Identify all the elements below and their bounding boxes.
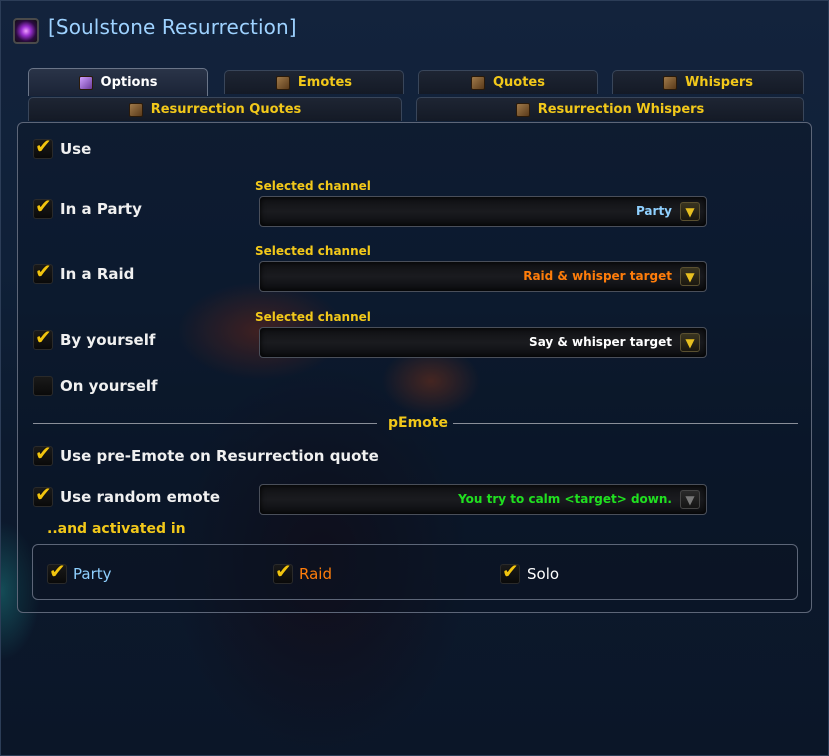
dropdown-arrow-icon[interactable]: ▼ (680, 267, 700, 286)
tab-label: Quotes (492, 75, 545, 90)
separator-line (33, 423, 377, 424)
scroll-icon (275, 75, 290, 90)
tab-label: Options (100, 75, 158, 90)
context-party-label: Party (73, 565, 112, 583)
checkmark-icon: ✔ (49, 559, 66, 583)
checkmark-icon: ✔ (35, 441, 52, 465)
tab-emotes[interactable]: Emotes (224, 70, 404, 94)
raid-channel-label: Selected channel (255, 244, 371, 258)
tab-options[interactable]: Options (28, 68, 208, 96)
tab-resurrection-quotes[interactable]: Resurrection Quotes (28, 97, 402, 121)
dropdown-value: Say & whisper target (529, 335, 672, 349)
pemote-heading: pEmote (388, 415, 448, 431)
context-party-checkbox[interactable]: ✔ (47, 559, 67, 584)
dropdown-arrow-icon[interactable]: ▼ (680, 490, 700, 509)
dropdown-value: Party (635, 204, 672, 218)
context-solo-checkbox[interactable]: ✔ (500, 559, 520, 584)
party-channel-label: Selected channel (255, 179, 371, 193)
party-label: In a Party (60, 200, 142, 218)
checkmark-icon: ✔ (275, 559, 292, 583)
checkmark-icon: ✔ (35, 134, 52, 158)
pre-emote-checkbox[interactable]: ✔ (33, 441, 53, 466)
addon-window: [Soulstone Resurrection] Options Emotes … (0, 0, 829, 756)
tab-resurrection-whispers[interactable]: Resurrection Whispers (416, 97, 804, 121)
separator-line (453, 423, 798, 424)
checkmark-icon: ✔ (502, 559, 519, 583)
random-emote-checkbox[interactable]: ✔ (33, 482, 53, 507)
on-self-label: On yourself (60, 377, 158, 395)
on-self-checkbox[interactable] (33, 376, 53, 396)
tab-whispers[interactable]: Whispers (612, 70, 804, 94)
dropdown-value: You try to calm <target> down. (458, 492, 672, 506)
context-solo-label: Solo (527, 565, 560, 583)
self-channel-dropdown[interactable]: Say & whisper target ▼ (259, 327, 707, 358)
context-raid-checkbox[interactable]: ✔ (273, 559, 293, 584)
raid-checkbox[interactable]: ✔ (33, 259, 53, 284)
party-channel-dropdown[interactable]: Party ▼ (259, 196, 707, 227)
self-channel-label: Selected channel (255, 310, 371, 324)
checkmark-icon: ✔ (35, 325, 52, 349)
tab-label: Emotes (297, 75, 353, 90)
context-raid-label: Raid (299, 565, 332, 583)
scroll-icon (515, 102, 530, 117)
scroll-icon (128, 102, 143, 117)
checkmark-icon: ✔ (35, 482, 52, 506)
tab-label: Resurrection Whispers (537, 102, 705, 117)
checkmark-icon: ✔ (35, 194, 52, 218)
party-checkbox[interactable]: ✔ (33, 194, 53, 219)
random-emote-label: Use random emote (60, 488, 221, 506)
window-title: [Soulstone Resurrection] (48, 15, 297, 39)
tab-label: Resurrection Quotes (150, 102, 302, 117)
dropdown-arrow-icon[interactable]: ▼ (680, 333, 700, 352)
self-label: By yourself (60, 331, 156, 349)
use-label: Use (60, 140, 92, 158)
self-checkbox[interactable]: ✔ (33, 325, 53, 350)
scroll-icon (470, 75, 485, 90)
use-checkbox[interactable]: ✔ (33, 134, 53, 159)
checkmark-icon: ✔ (35, 259, 52, 283)
raid-label: In a Raid (60, 265, 135, 283)
activated-label: ..and activated in (47, 521, 186, 537)
pre-emote-label: Use pre-Emote on Resurrection quote (60, 447, 379, 465)
activation-group (32, 544, 798, 600)
tab-quotes[interactable]: Quotes (418, 70, 598, 94)
random-emote-dropdown[interactable]: You try to calm <target> down. ▼ (259, 484, 707, 515)
raid-channel-dropdown[interactable]: Raid & whisper target ▼ (259, 261, 707, 292)
dropdown-value: Raid & whisper target (523, 269, 672, 283)
scroll-icon (662, 75, 677, 90)
tab-label: Whispers (684, 75, 754, 90)
soulstone-icon (13, 18, 39, 44)
dropdown-arrow-icon[interactable]: ▼ (680, 202, 700, 221)
options-icon (78, 75, 93, 90)
